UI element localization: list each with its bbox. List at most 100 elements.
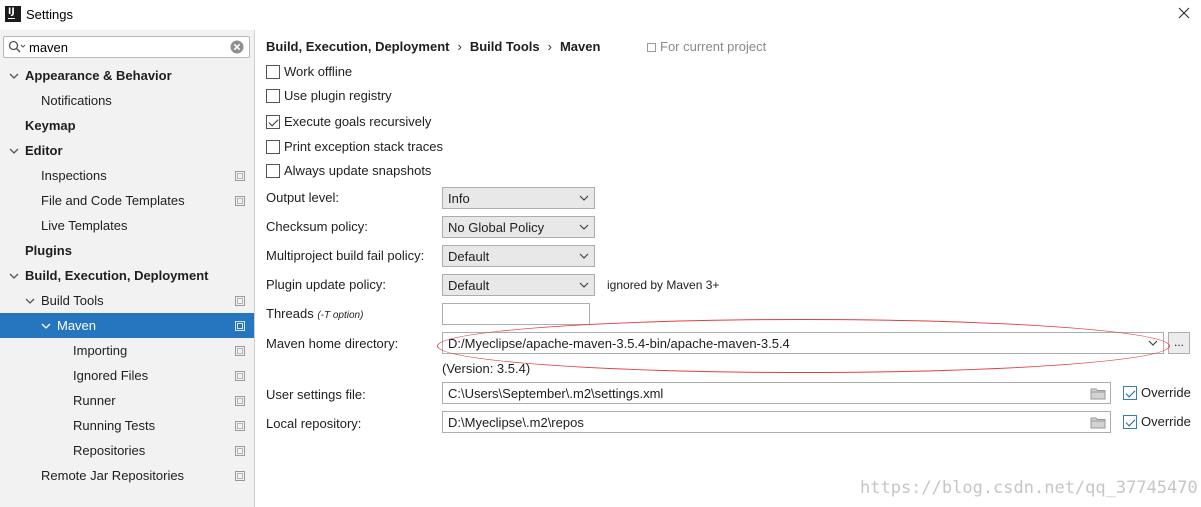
folder-icon[interactable] [1090,387,1106,400]
project-scope-icon [235,371,245,381]
checkbox-box[interactable] [1123,386,1137,400]
chevron-down-icon[interactable] [9,146,19,156]
checkbox-box[interactable] [266,164,280,178]
close-icon[interactable] [1176,5,1192,21]
user-settings-label: User settings file: [266,387,366,402]
sidebar-item-label: Editor [25,143,63,158]
breadcrumb-item[interactable]: Build Tools [470,39,540,54]
checkbox-box[interactable] [1123,415,1137,429]
select-value: Default [448,249,490,264]
sidebar-item-live-templates[interactable]: Live Templates [0,213,254,238]
checkbox-box[interactable] [266,115,280,129]
sidebar-item-file-code-templates[interactable]: File and Code Templates [0,188,254,213]
breadcrumb-item[interactable]: Build, Execution, Deployment [266,39,449,54]
sidebar-item-label: Plugins [25,243,72,258]
user-settings-field[interactable]: C:\Users\September\.m2\settings.xml [442,382,1111,404]
project-scope-icon [235,471,245,481]
threads-label: Threads (-T option) [266,306,363,321]
search-input[interactable]: maven [3,36,250,58]
maven-settings-panel: Build, Execution, Deployment › Build Tools… [256,30,1201,507]
checkbox-label: Work offline [284,64,353,79]
project-scope-icon [235,196,245,206]
sidebar-item-ignored-files[interactable]: Ignored Files [0,363,254,388]
chevron-down-icon[interactable] [9,71,19,81]
plugin-update-policy-select[interactable]: Default [442,274,595,296]
checkbox-box[interactable] [266,65,280,79]
sidebar-item-label: Inspections [41,168,107,183]
folder-icon[interactable] [1090,416,1106,429]
sidebar-item-notifications[interactable]: Notifications [0,88,254,113]
sidebar-item-running-tests[interactable]: Running Tests [0,413,254,438]
breadcrumb-separator: › [457,39,462,54]
sidebar-item-build-execution-deployment[interactable]: Build, Execution, Deployment [0,263,254,288]
sidebar-item-label: Ignored Files [73,368,149,383]
output-level-select[interactable]: Info [442,187,595,209]
project-scope-icon [235,446,245,456]
chevron-down-icon [579,253,589,259]
threads-input[interactable] [442,303,590,325]
plugin-update-policy-label: Plugin update policy: [266,277,386,292]
breadcrumb: Build, Execution, Deployment › Build Tools… [266,39,600,54]
sidebar-item-remote-jar-repositories[interactable]: Remote Jar Repositories [0,463,254,488]
checkbox-box[interactable] [266,89,280,103]
settings-sidebar: maven Appearance & Behavior Notification… [0,30,255,507]
checksum-policy-label: Checksum policy: [266,219,368,234]
watermark: https://blog.csdn.net/qq_37745470 [860,478,1198,498]
sidebar-item-label: Live Templates [41,218,128,233]
breadcrumb-item: Maven [559,39,601,54]
maven-home-label: Maven home directory: [266,336,399,351]
chevron-down-icon [579,282,589,288]
sidebar-item-label: Notifications [41,93,112,108]
project-scope-icon [235,171,245,181]
project-scope-icon [235,321,245,331]
sidebar-item-importing[interactable]: Importing [0,338,254,363]
sidebar-item-label: Running Tests [73,418,156,433]
threads-hint: (-T option) [317,310,364,321]
chevron-down-icon[interactable] [25,296,35,306]
maven-version-label: (Version: 3.5.4) [442,361,531,376]
sidebar-item-repositories[interactable]: Repositories [0,438,254,463]
search-icon [8,40,26,53]
sidebar-item-plugins[interactable]: Plugins [0,238,254,263]
checkbox-label: Use plugin registry [284,88,392,103]
chevron-down-icon[interactable] [41,321,51,331]
local-repository-field[interactable]: D:\Myeclipse\.m2\repos [442,411,1111,433]
project-scope-icon [647,43,656,52]
sidebar-item-label: Appearance & Behavior [25,68,172,83]
maven-home-value: D:/Myeclipse/apache-maven-3.5.4-bin/apac… [448,336,790,351]
sidebar-item-label: Maven [57,318,97,333]
sidebar-item-label: File and Code Templates [41,193,185,208]
local-repository-value: D:\Myeclipse\.m2\repos [448,415,584,430]
multiproject-fail-policy-label: Multiproject build fail policy: [266,248,425,263]
sidebar-item-label: Build, Execution, Deployment [25,268,209,283]
sidebar-item-inspections[interactable]: Inspections [0,163,254,188]
chevron-down-icon[interactable] [1148,340,1158,347]
chevron-down-icon [579,195,589,201]
maven-home-combobox[interactable]: D:/Myeclipse/apache-maven-3.5.4-bin/apac… [442,332,1164,354]
sidebar-item-runner[interactable]: Runner [0,388,254,413]
checkbox-label: Print exception stack traces [284,139,443,154]
sidebar-item-maven[interactable]: Maven [0,313,254,338]
sidebar-item-label: Importing [73,343,128,358]
window-title: Settings [26,7,73,22]
project-scope-icon [235,346,245,356]
sidebar-item-appearance-behavior[interactable]: Appearance & Behavior [0,63,254,88]
checkbox-label: Always update snapshots [284,163,432,178]
project-scope-icon [235,296,245,306]
browse-maven-home-button[interactable]: ... [1168,332,1190,354]
title-bar: IJ Settings [0,0,1201,30]
chevron-down-icon[interactable] [9,271,19,281]
sidebar-item-editor[interactable]: Editor [0,138,254,163]
project-scope-icon [235,396,245,406]
clear-search-icon[interactable] [230,40,244,54]
chevron-down-icon [579,224,589,230]
project-scope-icon [235,421,245,431]
checkbox-box[interactable] [266,140,280,154]
checkbox-label: Override [1141,385,1191,400]
sidebar-item-label: Runner [73,393,116,408]
sidebar-item-build-tools[interactable]: Build Tools [0,288,254,313]
checksum-policy-select[interactable]: No Global Policy [442,216,595,238]
multiproject-fail-policy-select[interactable]: Default [442,245,595,267]
sidebar-item-keymap[interactable]: Keymap [0,113,254,138]
checkbox-label: Override [1141,414,1191,429]
